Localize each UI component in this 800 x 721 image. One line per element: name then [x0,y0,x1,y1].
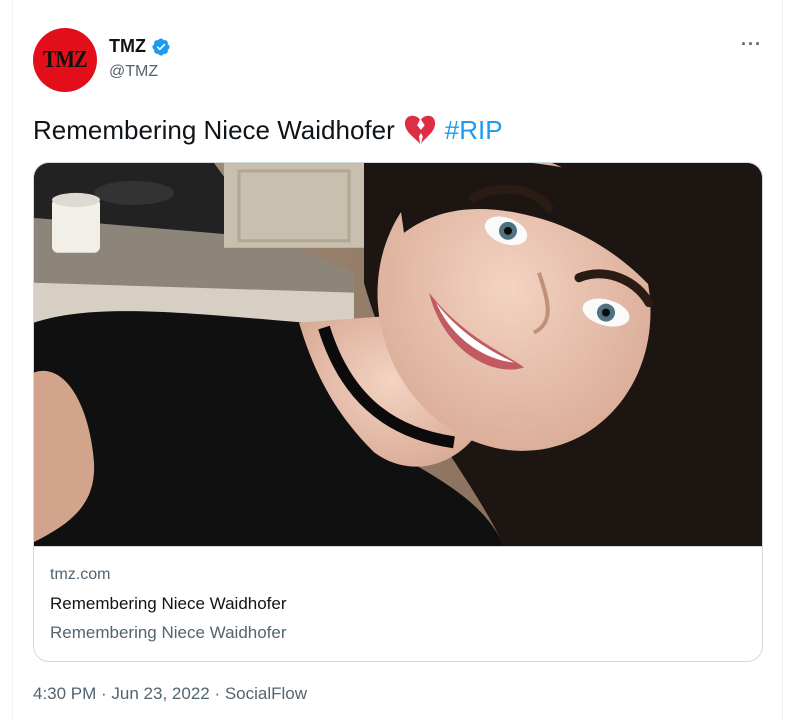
author-handle[interactable]: @TMZ [109,63,158,81]
tweet-text: Remembering Niece Waidhofer #RIP [33,114,503,146]
tweet-meta: 4:30 PM · Jun 23, 2022 · SocialFlow [33,684,307,704]
broken-heart-icon [404,115,435,145]
hashtag-link[interactable]: #RIP [445,115,503,146]
tweet-body: Remembering Niece Waidhofer [33,114,395,145]
card-domain[interactable]: tmz.com [50,566,110,584]
tweet-date[interactable]: Jun 23, 2022 [111,684,209,703]
card-description[interactable]: Remembering Niece Waidhofer [50,623,287,643]
link-card[interactable]: tmz.com Remembering Niece Waidhofer Reme… [33,162,763,662]
meta-separator: · [96,684,112,703]
meta-separator: · [209,684,225,703]
card-title[interactable]: Remembering Niece Waidhofer [50,594,287,614]
tweet-time[interactable]: 4:30 PM [33,684,96,703]
avatar[interactable]: TMZ [33,28,97,92]
tweet: TMZ TMZ @TMZ ··· Remembering Niece Waidh… [12,0,783,721]
more-options-button[interactable]: ··· [741,34,762,55]
avatar-logo-text: TMZ [43,46,88,73]
tweet-source[interactable]: SocialFlow [225,684,307,703]
author-name[interactable]: TMZ [109,36,146,57]
card-image[interactable] [34,163,762,547]
author-name-row: TMZ [109,36,171,57]
verified-badge-icon [152,37,170,56]
